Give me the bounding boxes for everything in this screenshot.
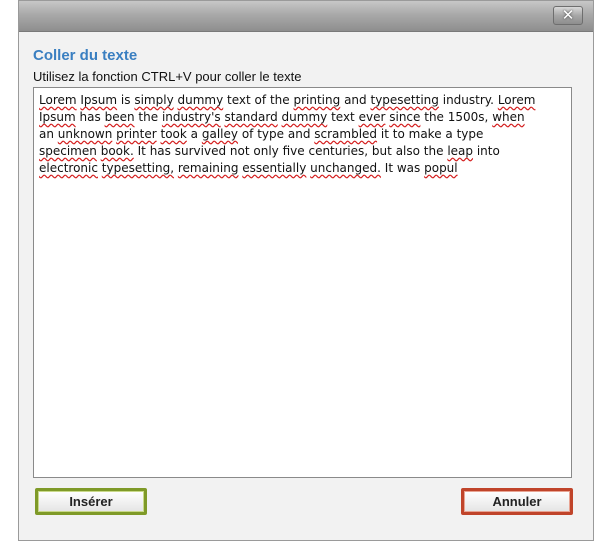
insert-button[interactable]: Insérer [35,488,147,515]
text-line: specimen book. It has survived not only … [39,144,500,158]
paste-text-area[interactable]: Lorem Ipsum is simply dummy text of the … [33,87,572,478]
paste-text-dialog: ✕ Coller du texte Utilisez la fonction C… [18,0,594,541]
text-line: electronic typesetting, remaining essent… [39,161,458,175]
dialog-title: Coller du texte [33,47,138,64]
cancel-button[interactable]: Annuler [461,488,573,515]
text-line: Lorem Ipsum is simply dummy text of the … [39,93,536,107]
close-icon[interactable]: ✕ [553,6,583,25]
dialog-instructions: Utilisez la fonction CTRL+V pour coller … [33,69,302,84]
dialog-titlebar[interactable]: ✕ [19,1,593,32]
text-line: an unknown printer took a galley of type… [39,127,484,141]
text-line: Ipsum has been the industry's standard d… [39,110,525,124]
